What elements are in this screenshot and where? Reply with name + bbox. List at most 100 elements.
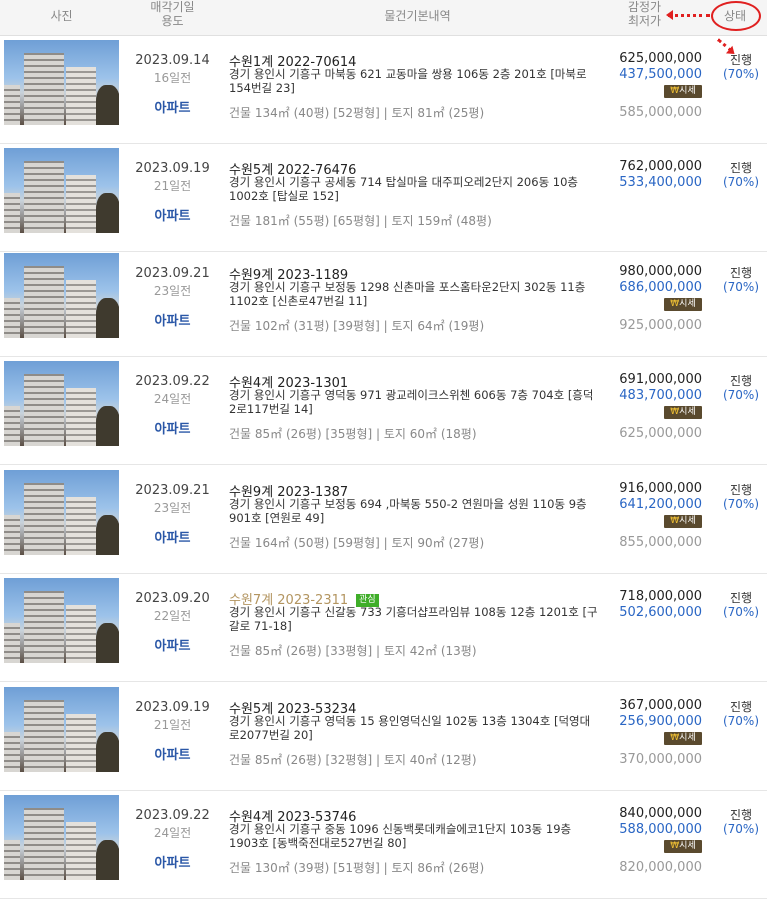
table-row[interactable]: 2023.09.19 21일전 아파트 수원5계 2023-53234 경기 용… — [0, 682, 767, 791]
building-shape — [66, 605, 96, 663]
status-text: 진행 — [729, 483, 753, 497]
days-ago: 21일전 — [153, 718, 192, 732]
building-shape — [24, 374, 64, 446]
building-shape — [66, 67, 96, 125]
table-row[interactable]: 2023.09.22 24일전 아파트 수원4계 2023-53746 경기 용… — [0, 790, 767, 899]
appraisal-price: 980,000,000 — [619, 264, 702, 279]
minimum-price: 437,500,000 — [619, 67, 702, 82]
market-badge-label: 시세 — [679, 841, 696, 851]
building-shape — [4, 298, 20, 338]
days-ago: 22일전 — [153, 609, 192, 623]
market-price: 625,000,000 — [619, 426, 702, 441]
property-photo[interactable] — [4, 253, 119, 338]
status-text: 진행 — [729, 53, 753, 67]
minimum-price: 502,600,000 — [619, 605, 702, 620]
property-use-link[interactable]: 아파트 — [125, 310, 220, 329]
left-arrow-annotation — [666, 10, 710, 20]
property-use-link[interactable]: 아파트 — [125, 635, 220, 654]
building-shape — [4, 623, 20, 663]
days-ago: 24일전 — [153, 826, 192, 840]
sale-date: 2023.09.19 — [135, 161, 210, 176]
market-price-badge[interactable]: ₩시세 — [664, 840, 702, 853]
header-date: 매각기일 용도 — [125, 0, 220, 28]
minimum-price: 641,200,000 — [619, 497, 702, 512]
building-shape — [24, 266, 64, 338]
header-photo: 사진 — [50, 9, 73, 23]
sale-date: 2023.09.14 — [135, 53, 210, 68]
property-address: 경기 용인시 기흥구 마북동 621 교동마을 쌍용 106동 2층 201호 … — [229, 67, 587, 95]
tree-shape — [96, 298, 119, 338]
status-percent: (70%) — [722, 605, 760, 619]
sale-date: 2023.09.22 — [135, 374, 210, 389]
market-badge-label: 시세 — [679, 516, 696, 526]
market-price: 370,000,000 — [619, 752, 702, 767]
table-row[interactable]: 2023.09.14 16일전 아파트 수원1계 2022-70614 경기 용… — [0, 35, 767, 144]
appraisal-price: 625,000,000 — [619, 51, 702, 66]
status-percent: (70%) — [722, 714, 760, 728]
sale-date: 2023.09.22 — [135, 808, 210, 823]
tree-shape — [96, 840, 119, 880]
header-date-line1: 매각기일 — [150, 0, 195, 14]
property-area: 건물 181㎡ (55평) [65평형] | 토지 159㎡ (48평) — [229, 214, 492, 228]
building-shape — [4, 515, 20, 555]
status-percent: (70%) — [722, 388, 760, 402]
property-use-link[interactable]: 아파트 — [125, 97, 220, 116]
property-photo[interactable] — [4, 148, 119, 233]
table-row[interactable]: 2023.09.21 23일전 아파트 수원9계 2023-1189 경기 용인… — [0, 248, 767, 357]
building-shape — [66, 497, 96, 555]
sale-date: 2023.09.21 — [135, 266, 210, 281]
minimum-price: 533,400,000 — [619, 175, 702, 190]
market-price-badge[interactable]: ₩시세 — [664, 406, 702, 419]
property-address: 경기 용인시 기흥구 보정동 694 ,마북동 550-2 연원마을 성원 11… — [229, 497, 587, 525]
table-row[interactable]: 2023.09.21 23일전 아파트 수원9계 2023-1387 경기 용인… — [0, 465, 767, 574]
property-photo[interactable] — [4, 470, 119, 555]
property-photo[interactable] — [4, 40, 119, 125]
status-text: 진행 — [729, 700, 753, 714]
property-area: 건물 102㎡ (31평) [39평형] | 토지 64㎡ (19평) — [229, 319, 485, 333]
building-shape — [4, 193, 20, 233]
property-photo[interactable] — [4, 578, 119, 663]
building-shape — [4, 406, 20, 446]
property-use-link[interactable]: 아파트 — [125, 527, 220, 546]
table-row[interactable]: 2023.09.20 22일전 아파트 수원7계 2023-2311 관심 경기 … — [0, 573, 767, 682]
tree-shape — [96, 515, 119, 555]
market-price-badge[interactable]: ₩시세 — [664, 298, 702, 311]
property-photo[interactable] — [4, 687, 119, 772]
won-icon: ₩ — [670, 841, 680, 851]
property-use-link[interactable]: 아파트 — [125, 418, 220, 437]
appraisal-price: 916,000,000 — [619, 481, 702, 496]
appraisal-price: 718,000,000 — [619, 589, 702, 604]
building-shape — [66, 822, 96, 880]
property-photo[interactable] — [4, 361, 119, 446]
market-badge-label: 시세 — [679, 299, 696, 309]
status-text: 진행 — [729, 266, 753, 280]
building-shape — [24, 700, 64, 772]
status-percent: (70%) — [722, 280, 760, 294]
status-percent: (70%) — [722, 822, 760, 836]
property-area: 건물 85㎡ (26평) [33평형] | 토지 42㎡ (13평) — [229, 644, 477, 658]
tree-shape — [96, 193, 119, 233]
property-photo[interactable] — [4, 795, 119, 880]
sale-date: 2023.09.21 — [135, 483, 210, 498]
table-row[interactable]: 2023.09.19 21일전 아파트 수원5계 2022-76476 경기 용… — [0, 143, 767, 252]
header-date-line2: 용도 — [161, 14, 184, 28]
market-price-badge[interactable]: ₩시세 — [664, 85, 702, 98]
minimum-price: 588,000,000 — [619, 822, 702, 837]
market-price: 820,000,000 — [619, 860, 702, 875]
days-ago: 16일전 — [153, 71, 192, 85]
property-use-link[interactable]: 아파트 — [125, 852, 220, 871]
property-address: 경기 용인시 기흥구 보정동 1298 신촌마을 포스홈타운2단지 302동 1… — [229, 280, 586, 308]
table-row[interactable]: 2023.09.22 24일전 아파트 수원4계 2023-1301 경기 용인… — [0, 356, 767, 465]
tree-shape — [96, 85, 119, 125]
property-address: 경기 용인시 기흥구 신갈동 733 기흥더샵프라임뷰 108동 12층 120… — [229, 605, 598, 633]
building-shape — [24, 53, 64, 125]
property-address: 경기 용인시 기흥구 공세동 714 탑실마을 대주피오레2단지 206동 10… — [229, 175, 579, 203]
market-price-badge[interactable]: ₩시세 — [664, 732, 702, 745]
property-use-link[interactable]: 아파트 — [125, 205, 220, 224]
minimum-price: 686,000,000 — [619, 280, 702, 295]
property-use-link[interactable]: 아파트 — [125, 744, 220, 763]
market-price-badge[interactable]: ₩시세 — [664, 515, 702, 528]
won-icon: ₩ — [670, 299, 680, 309]
tree-shape — [96, 623, 119, 663]
building-shape — [24, 591, 64, 663]
